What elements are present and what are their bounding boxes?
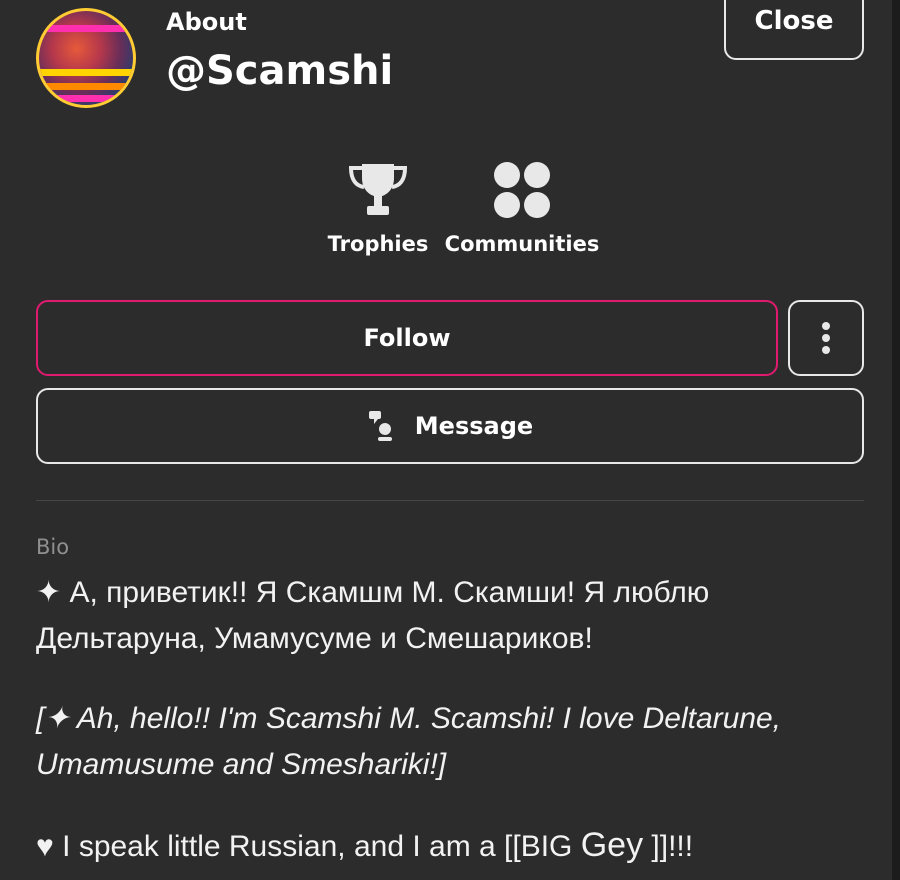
bio-note-emphasis: Gey [580,826,644,864]
avatar-stripe [39,25,133,32]
bio-paragraph-russian: ✦ А, приветик!! Я Скамшм М. Скамши! Я лю… [36,576,710,655]
follow-button[interactable]: Follow [36,300,778,376]
avatar-stripe [39,83,133,90]
window-edge [892,0,900,880]
communities-stat[interactable]: Communities [445,160,599,256]
header-label: About [166,8,247,36]
bio-paragraph-note: ♥ I speak little Russian, and I am a [[B… [36,822,856,870]
bio-note-prefix: ♥ I speak little Russian, and I am a [[B… [36,830,581,863]
bio-paragraph-english: [✦ Ah, hello!! I'm Scamshi M. Scamshi! I… [36,702,782,781]
message-button[interactable]: Message [36,388,864,464]
close-button[interactable]: Close [724,0,864,60]
avatar-stripe [39,69,133,76]
message-icon [367,409,395,443]
trophy-icon [348,164,408,215]
more-vertical-icon [822,322,830,354]
username: @Scamshi [166,48,394,94]
trophies-stat[interactable]: Trophies [327,162,429,256]
communities-label: Communities [444,232,600,256]
communities-icon [494,162,550,218]
divider [36,500,864,501]
avatar[interactable] [36,8,136,108]
more-options-button[interactable] [788,300,864,376]
message-label: Message [414,412,534,440]
trophies-label: Trophies [327,232,429,256]
bio-note-suffix: ]]!!! [643,830,694,863]
bio-label: Bio [36,535,70,559]
avatar-stripe [39,95,133,102]
